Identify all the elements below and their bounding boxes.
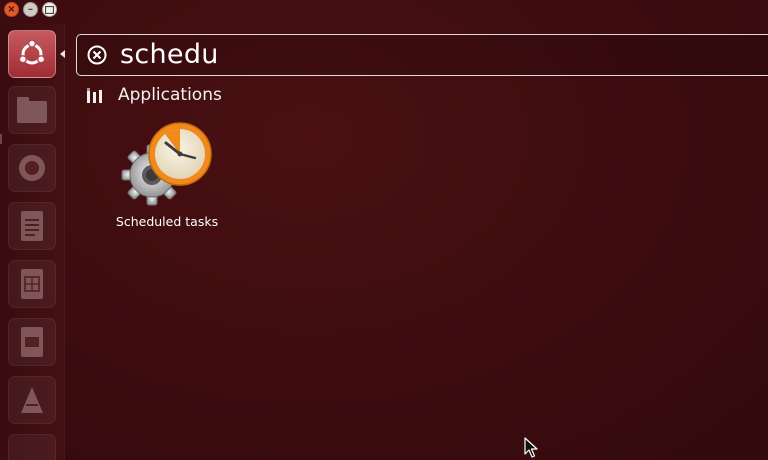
presentation-icon — [21, 327, 43, 357]
launcher-marker — [0, 134, 5, 144]
clear-search-button[interactable] — [85, 43, 109, 67]
minimize-icon: – — [28, 3, 33, 15]
dash-home-icon — [18, 39, 46, 65]
scheduled-tasks-icon — [121, 122, 212, 206]
launcher-presentation[interactable] — [8, 318, 56, 366]
category-label: Applications — [118, 85, 222, 105]
launcher-files[interactable] — [8, 86, 56, 134]
launcher-item[interactable] — [8, 434, 56, 460]
category-header[interactable]: Applications — [86, 84, 222, 106]
launcher-spreadsheet[interactable] — [8, 260, 56, 308]
maximize-icon — [45, 5, 54, 14]
files-icon — [17, 97, 47, 123]
search-input[interactable]: schedu — [120, 34, 219, 76]
spreadsheet-icon — [21, 269, 43, 299]
browser-icon — [19, 155, 45, 181]
minimize-button[interactable]: – — [23, 2, 38, 17]
document-icon — [21, 211, 43, 241]
applications-icon — [87, 88, 102, 103]
launcher-document[interactable] — [8, 202, 56, 250]
launcher-software-center[interactable] — [8, 376, 56, 424]
launcher — [0, 24, 65, 460]
clear-icon — [87, 45, 107, 65]
window-controls: × – — [4, 2, 57, 17]
dash-active-arrow — [60, 50, 65, 58]
launcher-browser[interactable] — [8, 144, 56, 192]
search-bar[interactable]: schedu — [76, 34, 768, 76]
maximize-button[interactable] — [42, 2, 57, 17]
close-button[interactable]: × — [4, 2, 19, 17]
dash-home-button[interactable] — [8, 30, 56, 78]
mouse-cursor-icon — [524, 437, 538, 458]
software-center-icon — [21, 387, 43, 413]
result-label: Scheduled tasks — [115, 214, 219, 229]
result-scheduled-tasks[interactable]: Scheduled tasks — [108, 118, 226, 236]
unity-dash-screen: × – schedu Applications Scheduled tasks — [0, 0, 768, 460]
close-icon: × — [7, 3, 16, 15]
